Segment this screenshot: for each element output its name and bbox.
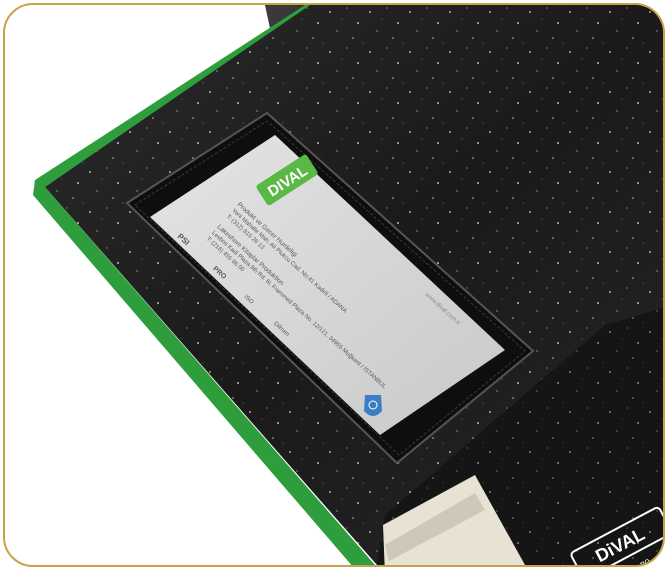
notebook-photo: DIVAL Produkt ve Gecer Hurdeligi Yeni Ma… bbox=[33, 5, 663, 565]
card-shield-seal bbox=[364, 395, 382, 416]
photo-frame: DIVAL Produkt ve Gecer Hurdeligi Yeni Ma… bbox=[3, 3, 665, 567]
